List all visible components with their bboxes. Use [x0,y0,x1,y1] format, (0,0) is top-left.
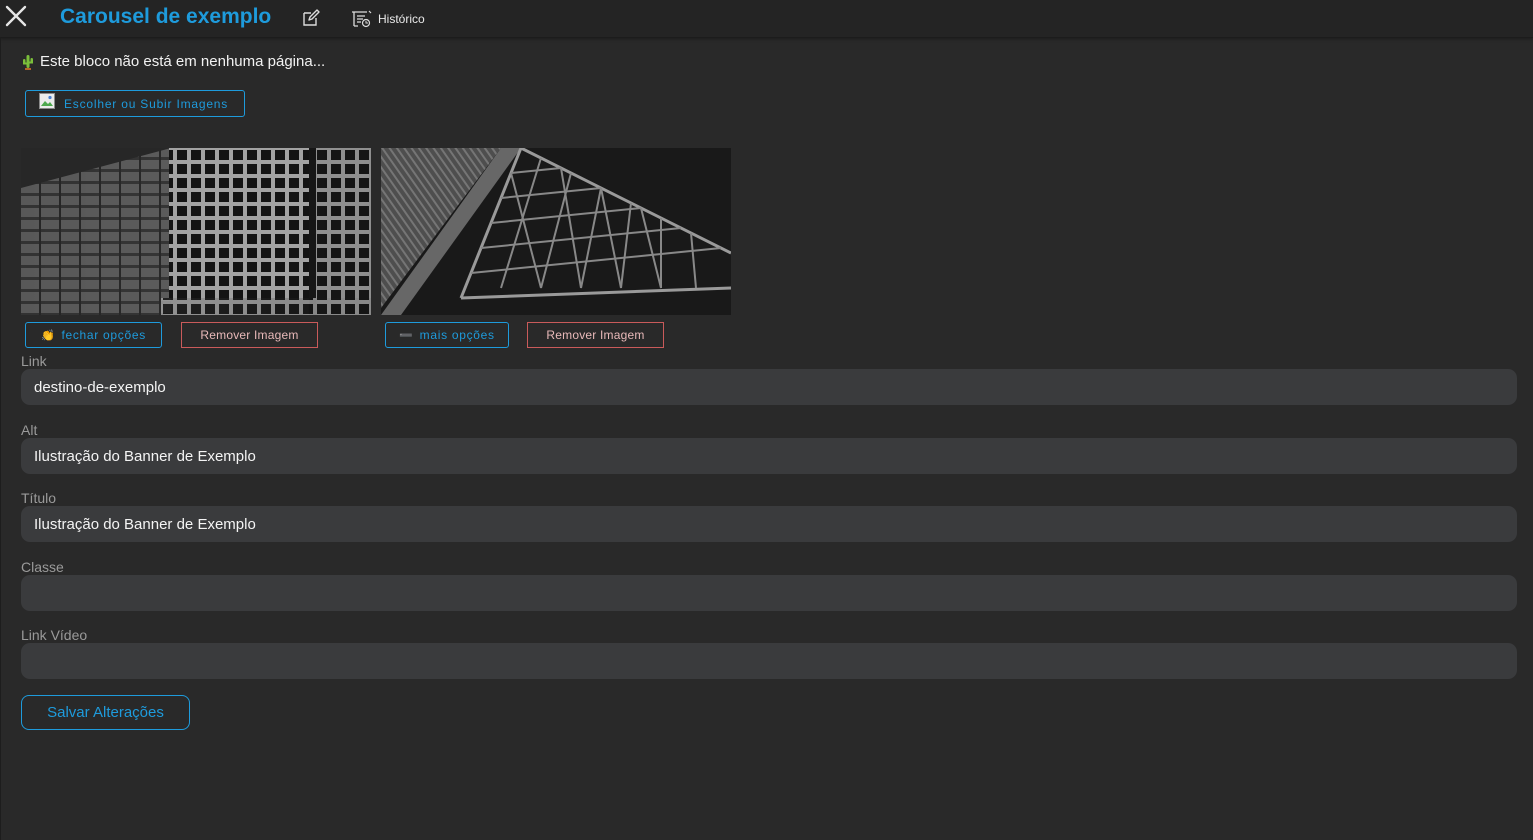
alt-label: Alt [21,422,38,438]
more-options-label: mais opções [419,328,495,342]
remove-image-button[interactable]: Remover Imagem [181,322,318,348]
alt-field[interactable] [21,438,1517,474]
more-options-button[interactable]: ➖ mais opções [385,322,509,348]
notice-text: Este bloco não está em nenhuma página... [40,53,326,70]
upload-images-button[interactable]: Escolher ou Subir Imagens [25,90,245,117]
cactus-icon [22,54,34,70]
class-field[interactable] [21,575,1517,611]
edit-icon[interactable] [302,9,320,27]
video-link-label: Link Vídeo [21,627,88,643]
carousel-image[interactable] [21,148,371,315]
class-label: Classe [21,559,64,575]
page-title: Carousel de exemplo [60,5,272,28]
video-link-field[interactable] [21,643,1517,679]
close-options-button[interactable]: 👏 fechar opções [25,322,162,348]
remove-image-button[interactable]: Remover Imagem [527,322,664,348]
history-label: Histórico [378,12,425,26]
title-label: Título [21,490,57,506]
clap-icon: 👏 [41,329,56,342]
save-button[interactable]: Salvar Alterações [21,695,190,730]
link-label: Link [21,353,47,369]
history-icon [352,10,372,28]
remove-image-label: Remover Imagem [200,328,299,342]
remove-image-label: Remover Imagem [546,328,645,342]
close-options-label: fechar opções [61,328,146,342]
orphan-notice: Este bloco não está em nenhuma página... [22,53,325,70]
upload-label: Escolher ou Subir Imagens [64,96,229,111]
minus-icon: ➖ [399,329,414,342]
top-bar: Carousel de exemplo Histórico [0,0,1533,38]
close-icon[interactable] [4,4,28,28]
link-field[interactable] [21,369,1517,405]
carousel-image[interactable] [381,148,731,315]
history-button[interactable]: Histórico [351,10,425,28]
panel-border [0,37,1,840]
broken-image-icon [39,92,55,109]
title-field[interactable] [21,506,1517,542]
